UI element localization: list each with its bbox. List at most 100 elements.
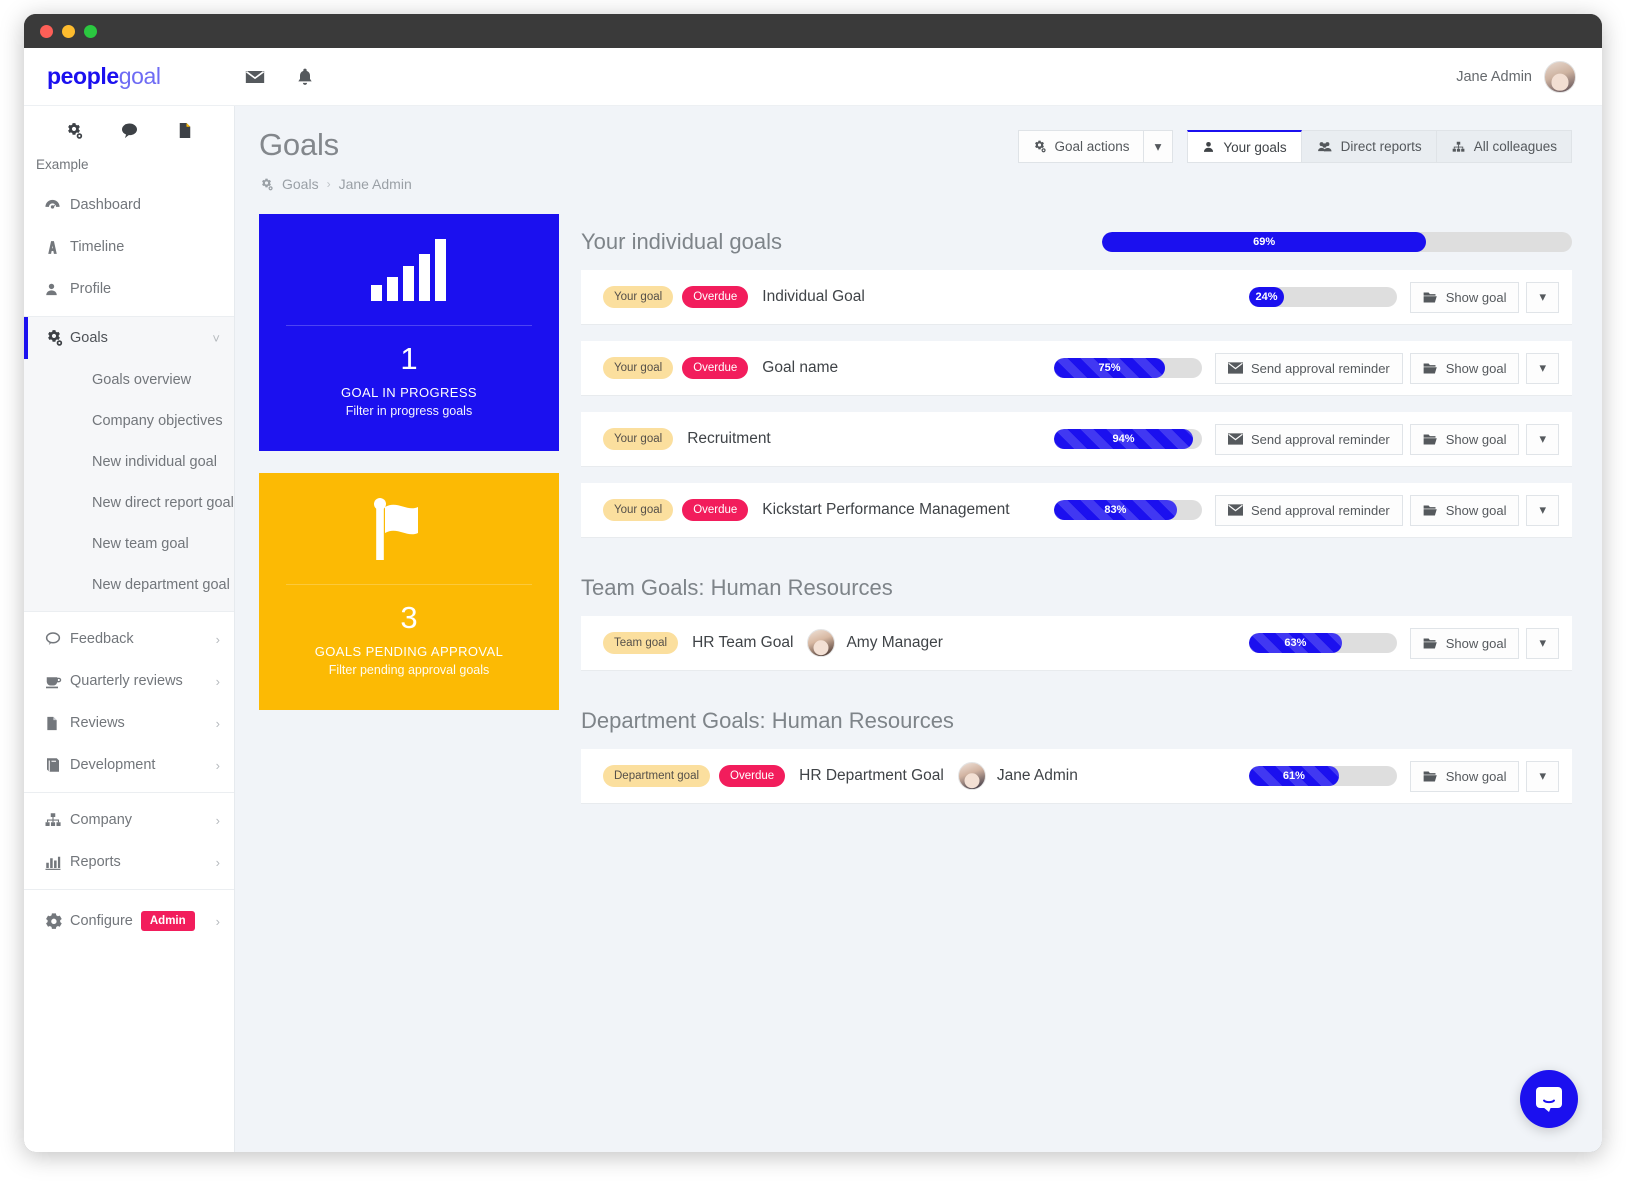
gears-icon	[259, 177, 274, 192]
goal-name: HR Team Goal	[692, 634, 794, 652]
show-goal-button[interactable]: Show goal	[1409, 423, 1520, 455]
sidebar-subitem-goals-overview[interactable]: Goals overview	[24, 359, 234, 400]
chat-bubble-icon[interactable]	[119, 121, 140, 141]
tab-label: Direct reports	[1340, 139, 1422, 154]
row-progress-bar: 83%	[1054, 500, 1202, 521]
sidebar-item-dashboard[interactable]: Dashboard	[24, 184, 234, 226]
sidebar-item-development[interactable]: Development ›	[24, 744, 234, 786]
sidebar-item-company[interactable]: Company ›	[24, 799, 234, 841]
folder-open-icon	[1423, 770, 1438, 783]
row-dropdown-button[interactable]: ▾	[1526, 352, 1559, 384]
stat-card-goals-in-progress[interactable]: 1 GOAL IN PROGRESS Filter in progress go…	[259, 214, 559, 452]
sidebar-item-goals[interactable]: Goals ˅	[24, 317, 234, 359]
show-goal-button[interactable]: Show goal	[1409, 494, 1520, 526]
book-icon	[44, 756, 70, 774]
chevron-right-icon: ›	[215, 757, 220, 773]
stat-number: 1	[400, 341, 418, 377]
send-approval-reminder-button[interactable]: Send approval reminder	[1215, 423, 1403, 455]
sidebar-subitem-new-individual-goal[interactable]: New individual goal	[24, 441, 234, 482]
table-row[interactable]: Your goal Recruitment 94% Send approval …	[581, 412, 1572, 468]
chevron-down-icon: ▾	[1539, 360, 1546, 376]
button-label: Send approval reminder	[1251, 502, 1390, 518]
sidebar-subitem-new-team-goal[interactable]: New team goal	[24, 523, 234, 564]
row-dropdown-button[interactable]: ▾	[1526, 281, 1559, 313]
send-approval-reminder-button[interactable]: Send approval reminder	[1215, 494, 1403, 526]
show-goal-button[interactable]: Show goal	[1409, 281, 1520, 313]
row-actions: Send approval reminder Show goal ▾	[1215, 494, 1559, 526]
sidebar-item-quarterly-reviews[interactable]: Quarterly reviews ›	[24, 660, 234, 702]
settings-gears-icon[interactable]	[64, 121, 84, 141]
stat-card-goals-pending-approval[interactable]: 3 GOALS PENDING APPROVAL Filter pending …	[259, 473, 559, 711]
row-dropdown-button[interactable]: ▾	[1526, 760, 1559, 792]
row-actions: Send approval reminder Show goal ▾	[1215, 423, 1559, 455]
row-dropdown-button[interactable]: ▾	[1526, 494, 1559, 526]
window-titlebar	[24, 14, 1602, 48]
folder-open-icon	[1423, 362, 1438, 375]
sidebar-quick-actions	[24, 106, 234, 147]
show-goal-button[interactable]: Show goal	[1409, 627, 1520, 659]
show-goal-button[interactable]: Show goal	[1409, 760, 1520, 792]
row-actions: Show goal ▾	[1409, 760, 1559, 792]
goal-name: Goal name	[762, 359, 839, 377]
show-goal-button[interactable]: Show goal	[1409, 352, 1520, 384]
stat-cards-column: 1 GOAL IN PROGRESS Filter in progress go…	[259, 214, 559, 804]
chevron-down-icon: ▾	[1539, 289, 1546, 305]
sidebar: Example Dashboard Timeline Profile Goals…	[24, 106, 235, 1152]
table-row[interactable]: Department goal Overdue HR Department Go…	[581, 749, 1572, 805]
row-progress-bar: 94%	[1054, 429, 1202, 450]
goal-actions-dropdown-button[interactable]: ▾	[1143, 130, 1174, 163]
sidebar-item-reviews[interactable]: Reviews ›	[24, 702, 234, 744]
person-icon	[1202, 140, 1215, 154]
goal-owner: Jane Admin	[957, 762, 1078, 791]
goal-actions-button[interactable]: Goal actions	[1017, 130, 1144, 163]
sidebar-item-profile[interactable]: Profile	[24, 268, 234, 310]
org-chart-icon	[44, 811, 70, 829]
status-badge: Team goal	[603, 632, 679, 655]
button-label: Send approval reminder	[1251, 360, 1390, 376]
row-right-group: 61% Show goal ▾	[1248, 760, 1559, 792]
window-close-button[interactable]	[40, 24, 53, 38]
sidebar-item-configure[interactable]: Configure Admin ›	[24, 900, 234, 942]
table-row[interactable]: Team goal HR Team Goal Amy Manager 63% S…	[581, 616, 1572, 672]
sidebar-item-feedback[interactable]: Feedback ›	[24, 618, 234, 660]
envelope-icon	[1228, 362, 1243, 374]
table-row[interactable]: Your goal Overdue Goal name 75% Send app…	[581, 341, 1572, 397]
stat-label: GOALS PENDING APPROVAL	[314, 643, 504, 659]
tab-your-goals[interactable]: Your goals	[1187, 130, 1302, 163]
sidebar-item-reports[interactable]: Reports ›	[24, 841, 234, 883]
document-icon[interactable]	[176, 120, 194, 141]
status-badge: Overdue	[682, 357, 749, 380]
row-dropdown-button[interactable]: ▾	[1526, 627, 1559, 659]
sidebar-item-timeline[interactable]: Timeline	[24, 226, 234, 268]
window-maximize-button[interactable]	[84, 24, 97, 38]
person-icon	[44, 281, 70, 298]
section-header-team: Team Goals: Human Resources	[581, 560, 1572, 616]
bell-icon[interactable]	[295, 66, 315, 88]
button-label: Show goal	[1445, 431, 1507, 447]
main-content: Goals Goals › Jane Admin Goal actions ▾ …	[235, 106, 1602, 1152]
window-minimize-button[interactable]	[62, 24, 75, 38]
sidebar-subitem-company-objectives[interactable]: Company objectives	[24, 400, 234, 441]
table-row[interactable]: Your goal Overdue Individual Goal 24% Sh…	[581, 270, 1572, 326]
avatar[interactable]	[1544, 60, 1576, 93]
envelope-icon[interactable]	[244, 66, 266, 88]
tab-direct-reports[interactable]: Direct reports	[1301, 130, 1437, 163]
sidebar-subitem-new-department-goal[interactable]: New department goal	[24, 564, 234, 605]
goal-name: Individual Goal	[762, 288, 865, 306]
section-title: Your individual goals	[581, 229, 782, 255]
app-logo[interactable]: peoplegoal	[24, 63, 235, 90]
sidebar-subitem-new-direct-report-goal[interactable]: New direct report goal	[24, 482, 234, 523]
chat-widget-button[interactable]	[1520, 1070, 1578, 1128]
status-badge: Your goal	[603, 428, 674, 451]
send-approval-reminder-button[interactable]: Send approval reminder	[1215, 352, 1403, 384]
folder-open-icon	[1423, 504, 1438, 517]
row-dropdown-button[interactable]: ▾	[1526, 423, 1559, 455]
button-label: Show goal	[1445, 635, 1507, 651]
table-row[interactable]: Your goal Overdue Kickstart Performance …	[581, 483, 1572, 539]
sidebar-item-label: Profile	[70, 281, 112, 297]
status-badge: Overdue	[682, 286, 749, 309]
folder-open-icon	[1423, 291, 1438, 304]
tab-all-colleagues[interactable]: All colleagues	[1436, 130, 1572, 163]
speech-bubble-icon	[44, 630, 70, 648]
breadcrumb-root[interactable]: Goals	[282, 176, 319, 192]
